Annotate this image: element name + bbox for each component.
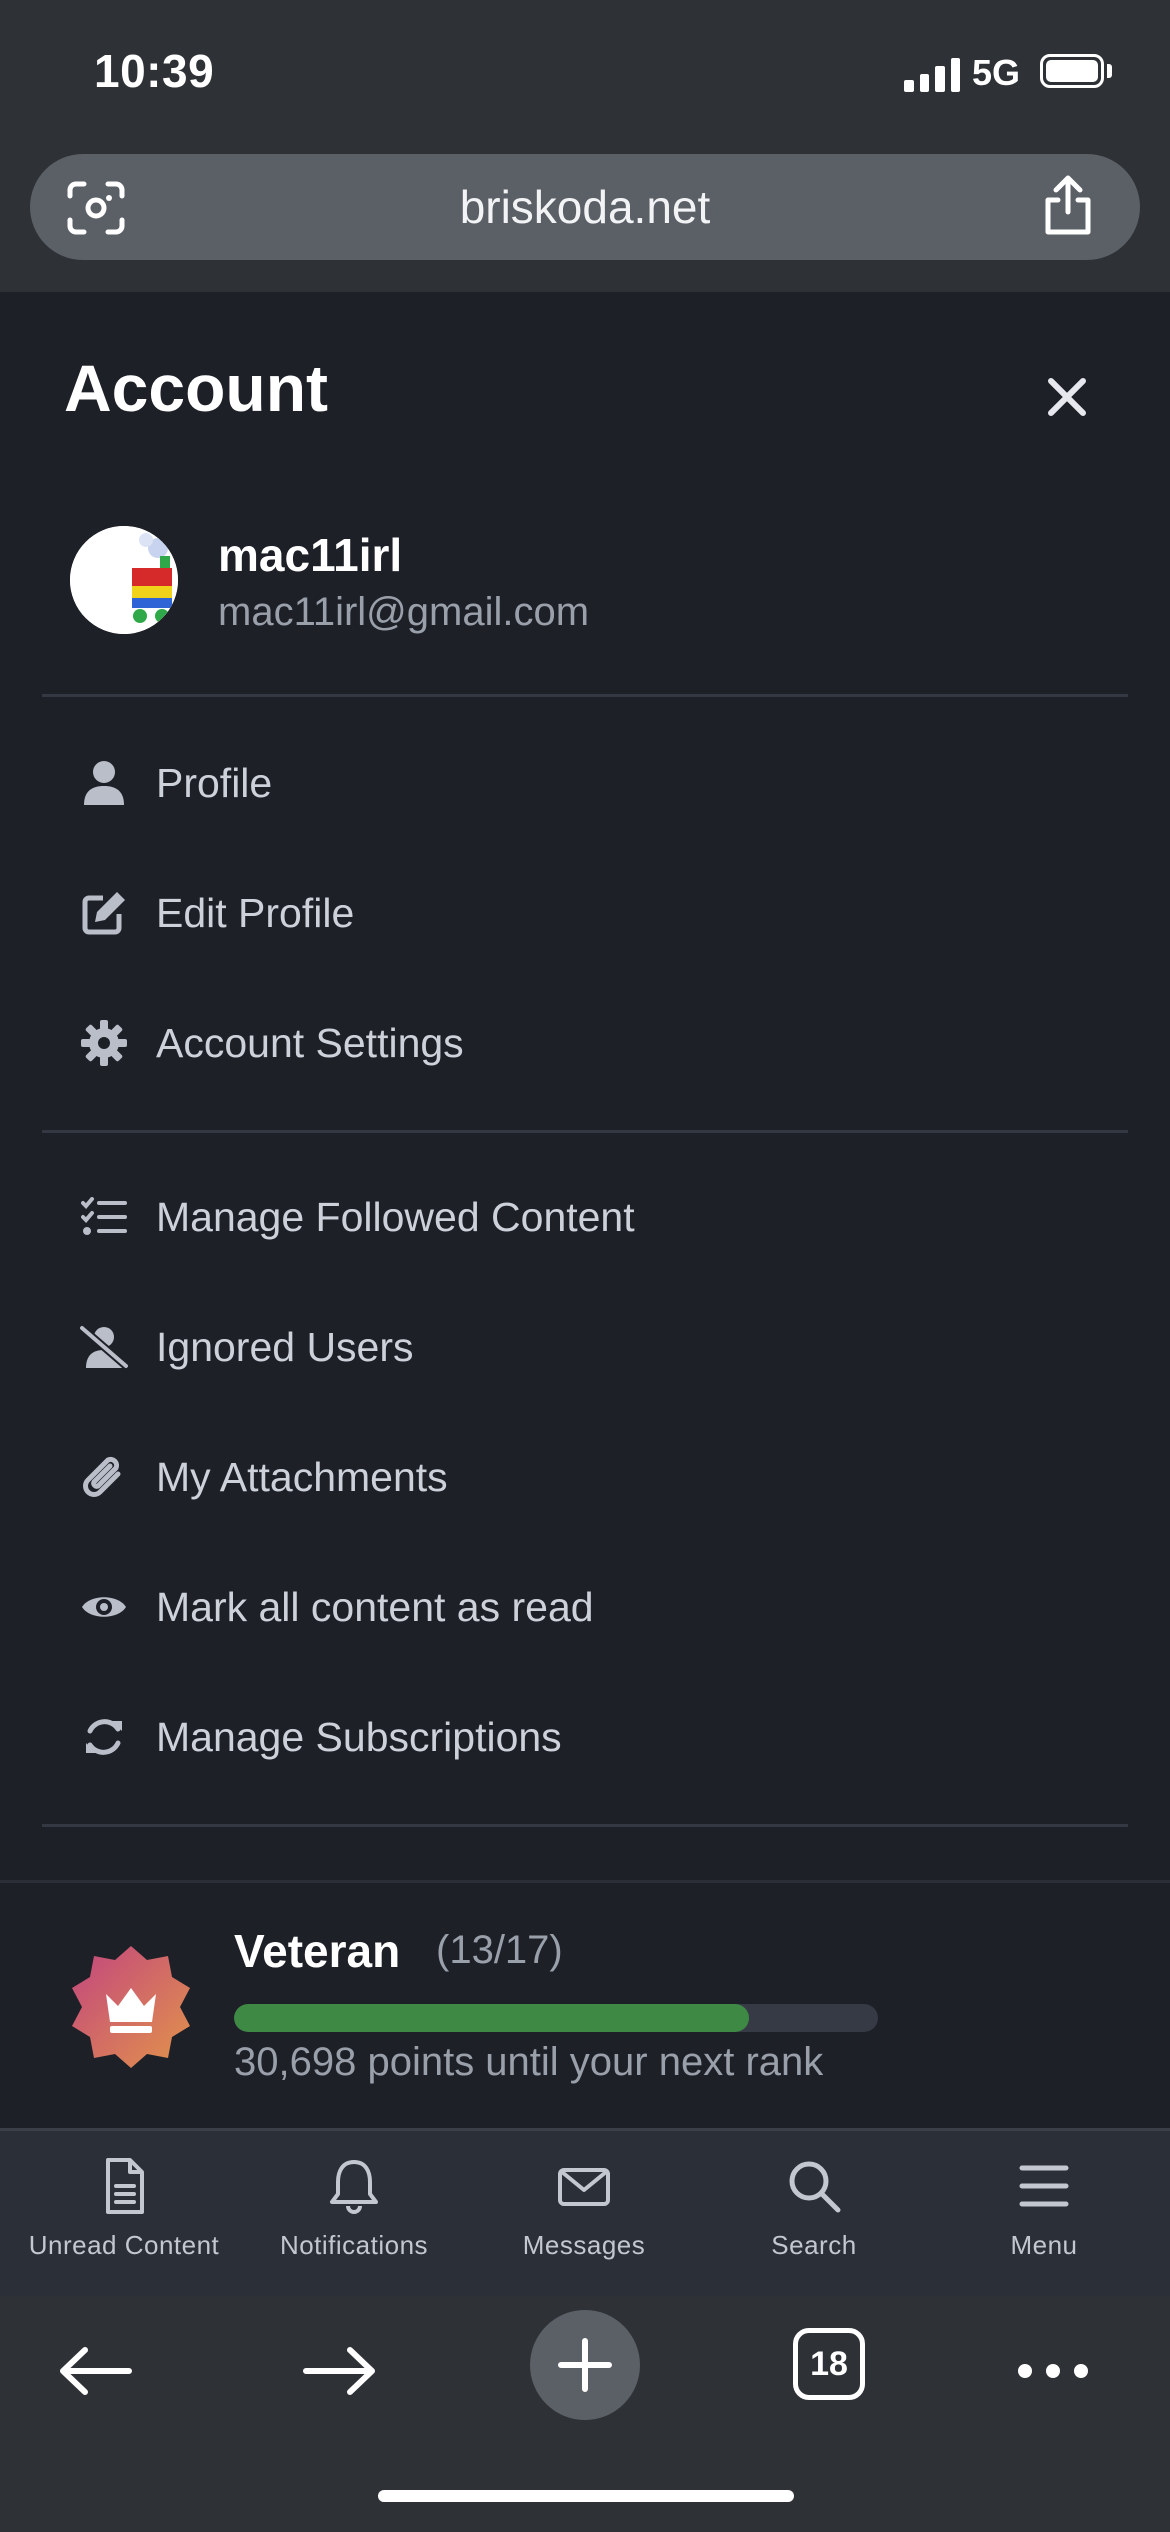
close-icon[interactable] <box>1032 362 1102 432</box>
rank-separator <box>0 1880 1170 1883</box>
home-indicator <box>378 2490 794 2502</box>
back-button[interactable] <box>40 2316 150 2426</box>
divider <box>42 1824 1128 1827</box>
share-icon[interactable] <box>1038 174 1098 238</box>
menu-label: Manage Subscriptions <box>156 1713 562 1760</box>
menu-item-profile[interactable]: Profile <box>42 728 1128 838</box>
tab-label: Notifications <box>279 2230 429 2260</box>
tab-label: Search <box>771 2230 857 2260</box>
menu-label: Profile <box>156 759 273 806</box>
arrow-left-icon <box>60 2347 132 2395</box>
user-icon <box>74 753 134 813</box>
rank-progress-fill <box>234 2004 750 2032</box>
bell-icon <box>330 2160 378 2214</box>
arrow-right-icon <box>303 2347 375 2395</box>
paperclip-icon <box>74 1447 134 1507</box>
signal-icon <box>904 56 960 92</box>
edit-icon <box>74 883 134 943</box>
menu-label: Manage Followed Content <box>156 1193 635 1240</box>
menu-label: Account Settings <box>156 1019 464 1066</box>
tab-menu[interactable]: Menu <box>929 2148 1159 2278</box>
user-name: mac11irl <box>218 529 403 581</box>
new-tab-button[interactable] <box>530 2310 640 2420</box>
ellipsis-icon <box>1018 2364 1088 2378</box>
menu-label: Ignored Users <box>156 1323 414 1370</box>
gear-icon <box>74 1013 134 1073</box>
url-text[interactable]: briskoda.net <box>30 154 1140 260</box>
network-label: 5G <box>972 52 1021 93</box>
tab-search[interactable]: Search <box>699 2148 929 2278</box>
menu-item-manage-subscriptions[interactable]: Manage Subscriptions <box>42 1682 1128 1792</box>
menu-item-ignored-users[interactable]: Ignored Users <box>42 1292 1128 1402</box>
drawer-title: Account <box>64 351 328 425</box>
menu-item-account-settings[interactable]: Account Settings <box>42 988 1128 1098</box>
rank-next-text: 30,698 points until your next rank <box>234 2040 824 2084</box>
user-email: mac11irl@gmail.com <box>218 590 590 634</box>
battery-tip <box>1107 64 1112 78</box>
envelope-icon <box>558 2168 610 2206</box>
menu-item-my-attachments[interactable]: My Attachments <box>42 1422 1128 1532</box>
avatar-image <box>70 526 178 634</box>
menu-label: My Attachments <box>156 1453 448 1500</box>
tab-messages[interactable]: Messages <box>469 2148 699 2278</box>
menu-item-edit-profile[interactable]: Edit Profile <box>42 858 1128 968</box>
user-slash-icon <box>74 1317 134 1377</box>
rank-badge-icon <box>72 1946 190 2068</box>
menu-icon <box>1019 2165 1069 2207</box>
menu-label: Mark all content as read <box>156 1583 594 1630</box>
address-bar[interactable]: briskoda.net <box>30 154 1140 260</box>
eye-icon <box>74 1577 134 1637</box>
rank-name: Veteran <box>234 1925 401 1977</box>
checklist-icon <box>74 1187 134 1247</box>
status-time: 10:39 <box>94 45 215 97</box>
document-icon <box>106 2158 144 2214</box>
camera-scan-icon[interactable] <box>66 180 126 236</box>
avatar[interactable] <box>70 526 178 634</box>
tabs-count-button[interactable]: 18 <box>793 2328 865 2400</box>
tab-label: Unread Content <box>28 2230 220 2260</box>
refresh-icon <box>74 1707 134 1767</box>
forward-button[interactable] <box>285 2316 395 2426</box>
menu-item-manage-followed-content[interactable]: Manage Followed Content <box>42 1162 1128 1272</box>
tab-unread-content[interactable]: Unread Content <box>9 2148 239 2278</box>
rank-count: (13/17) <box>436 1928 563 1972</box>
tab-label: Messages <box>522 2230 646 2260</box>
menu-item-mark-all-read[interactable]: Mark all content as read <box>42 1552 1128 1662</box>
tab-label: Menu <box>1010 2230 1078 2260</box>
more-button[interactable] <box>998 2316 1108 2426</box>
tab-notifications[interactable]: Notifications <box>239 2148 469 2278</box>
rank-progress-bar <box>234 2004 878 2032</box>
divider <box>42 1130 1128 1133</box>
plus-icon <box>558 2338 612 2392</box>
divider <box>42 694 1128 697</box>
menu-label: Edit Profile <box>156 889 355 936</box>
search-icon <box>789 2161 841 2213</box>
battery-icon <box>1040 54 1104 88</box>
